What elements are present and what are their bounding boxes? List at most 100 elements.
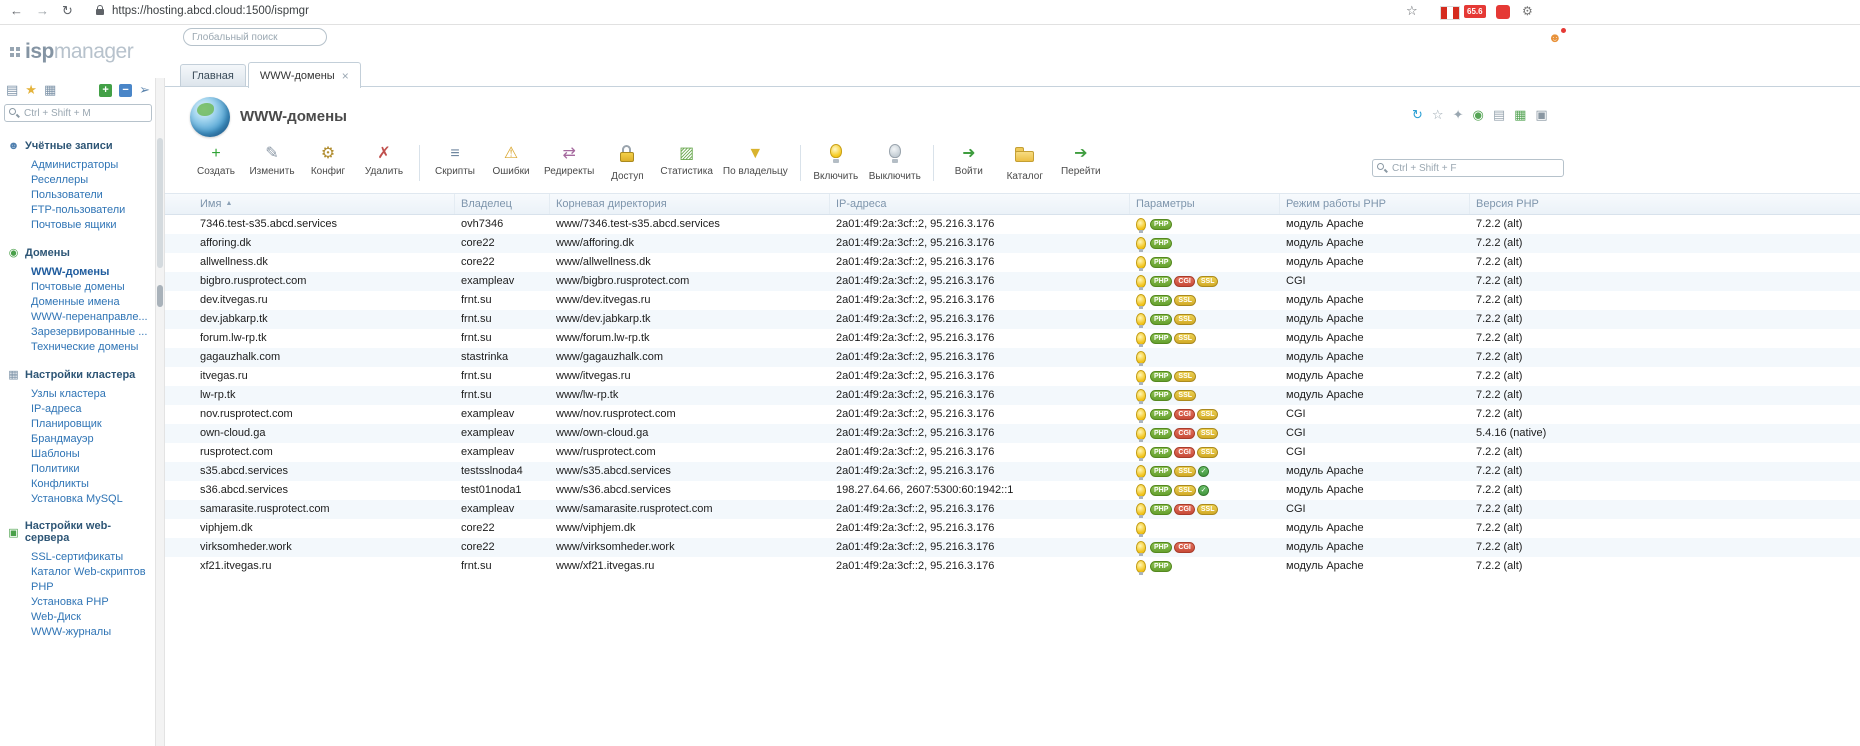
print-icon[interactable]: ▣ — [1535, 107, 1547, 123]
table-row[interactable]: nov.rusprotect.comexampleavwww/nov.ruspr… — [165, 405, 1860, 424]
bulb-icon[interactable] — [1136, 218, 1146, 231]
sidebar-item[interactable]: WWW-перенаправле... — [7, 309, 154, 324]
tab-1[interactable]: WWW-домены× — [248, 62, 361, 88]
sidebar-section-header[interactable]: ◉Домены — [7, 246, 154, 259]
sidebar-item[interactable]: Почтовые домены — [7, 279, 154, 294]
table-row[interactable]: dev.jabkarp.tkfrnt.suwww/dev.jabkarp.tk2… — [165, 310, 1860, 329]
table-row[interactable]: itvegas.rufrnt.suwww/itvegas.ru2a01:4f9:… — [165, 367, 1860, 386]
table-row[interactable]: 7346.test-s35.abcd.servicesovh7346www/73… — [165, 215, 1860, 234]
list-view-icon[interactable]: ▤ — [6, 82, 18, 98]
adblock-extension-icon[interactable] — [1496, 5, 1510, 19]
table-row[interactable]: samarasite.rusprotect.comexampleavwww/sa… — [165, 500, 1860, 519]
forward-icon[interactable]: → — [36, 3, 49, 18]
sidebar-item[interactable]: Брандмауэр — [7, 431, 154, 446]
sidebar-section-header[interactable]: ▣Настройки web-сервера — [7, 520, 154, 544]
bulb-icon[interactable] — [1136, 294, 1146, 307]
catalog-button[interactable]: Каталог — [997, 143, 1053, 182]
sidebar-item[interactable]: Узлы кластера — [7, 386, 154, 401]
bulb-icon[interactable] — [1136, 351, 1146, 364]
sidebar-item[interactable]: Web-Диск — [7, 609, 154, 624]
column-header-php_version[interactable]: Версия PHP — [1470, 194, 1860, 214]
table-row[interactable]: viphjem.dkcore22www/viphjem.dk2a01:4f9:2… — [165, 519, 1860, 538]
website-icon[interactable]: ◉ — [1472, 107, 1483, 123]
refresh-icon[interactable]: ↻ — [1412, 107, 1423, 123]
sidebar-item[interactable]: Реселлеры — [7, 172, 154, 187]
sidebar-item[interactable]: WWW-домены — [7, 264, 154, 279]
bulb-icon[interactable] — [1136, 465, 1146, 478]
sidebar-item[interactable]: FTP-пользователи — [7, 202, 154, 217]
session-user-icon[interactable]: ☻ — [1548, 30, 1562, 45]
sidebar-item[interactable]: Каталог Web-скриптов — [7, 564, 154, 579]
stats-button[interactable]: ▨Статистика — [655, 143, 718, 177]
bulb-icon[interactable] — [1136, 370, 1146, 383]
manual-icon[interactable]: ▦ — [1514, 107, 1526, 123]
global-search-input[interactable] — [183, 28, 327, 46]
table-search-input[interactable] — [1390, 161, 1560, 175]
table-row[interactable]: own-cloud.gaexampleavwww/own-cloud.ga2a0… — [165, 424, 1860, 443]
bookmark-star-icon[interactable]: ☆ — [1406, 3, 1418, 19]
bulb-icon[interactable] — [1136, 503, 1146, 516]
bulb-icon[interactable] — [1136, 541, 1146, 554]
speed-extension-badge[interactable]: 65.6 — [1464, 5, 1486, 18]
sidebar-search-input[interactable] — [22, 106, 148, 120]
favorites-star-icon[interactable]: ☆ — [1432, 107, 1444, 123]
bulb-icon[interactable] — [1136, 237, 1146, 250]
sidebar-scrollbar[interactable] — [155, 78, 165, 746]
table-row[interactable]: virksomheder.workcore22www/virksomheder.… — [165, 538, 1860, 557]
flag-extension-icon[interactable] — [1440, 6, 1460, 20]
bulb-icon[interactable] — [1136, 256, 1146, 269]
sidebar-item[interactable]: Установка MySQL — [7, 491, 154, 506]
sidebar-item[interactable]: Конфликты — [7, 476, 154, 491]
column-header-owner[interactable]: Владелец — [455, 194, 550, 214]
redirects-button[interactable]: ⇄Редиректы — [539, 143, 599, 177]
sidebar-item[interactable]: Администраторы — [7, 157, 154, 172]
sidebar-section-header[interactable]: ☻Учётные записи — [7, 140, 154, 152]
edit-button[interactable]: ✎Изменить — [244, 143, 300, 177]
scripts-button[interactable]: ≡Скрипты — [427, 143, 483, 177]
goto-button[interactable]: ➔Перейти — [1053, 143, 1109, 177]
sidebar-item[interactable]: IP-адреса — [7, 401, 154, 416]
errors-button[interactable]: ⚠Ошибки — [483, 143, 539, 177]
sidebar-item[interactable]: SSL-сертификаты — [7, 549, 154, 564]
back-icon[interactable]: ← — [10, 3, 23, 18]
column-header-name[interactable]: Имя▲ — [165, 194, 455, 214]
sidebar-item[interactable]: Технические домены — [7, 339, 154, 354]
login-button[interactable]: ➜Войти — [941, 143, 997, 177]
bulb-icon[interactable] — [1136, 313, 1146, 326]
sidebar-item[interactable]: Пользователи — [7, 187, 154, 202]
pin-sidebar-icon[interactable]: ➢ — [139, 82, 150, 98]
pin-icon[interactable]: ✦ — [1453, 107, 1464, 123]
sidebar-item[interactable]: WWW-журналы — [7, 624, 154, 639]
table-row[interactable]: lw-rp.tkfrnt.suwww/lw-rp.tk2a01:4f9:2a:3… — [165, 386, 1860, 405]
reload-icon[interactable]: ↻ — [62, 3, 73, 19]
scrollbar-marker[interactable] — [157, 285, 163, 307]
table-row[interactable]: rusprotect.comexampleavwww/rusprotect.co… — [165, 443, 1860, 462]
sidebar-item[interactable]: Почтовые ящики — [7, 217, 154, 232]
disable-button[interactable]: Выключить — [864, 143, 926, 182]
bulb-icon[interactable] — [1136, 408, 1146, 421]
column-header-params[interactable]: Параметры — [1130, 194, 1280, 214]
clipboard-icon[interactable]: ▦ — [44, 82, 56, 98]
bulb-icon[interactable] — [1136, 484, 1146, 497]
sidebar-item[interactable]: Доменные имена — [7, 294, 154, 309]
collapse-all-icon[interactable]: − — [119, 84, 132, 97]
table-row[interactable]: allwellness.dkcore22www/allwellness.dk2a… — [165, 253, 1860, 272]
sidebar-item[interactable]: Политики — [7, 461, 154, 476]
column-header-root[interactable]: Корневая директория — [550, 194, 830, 214]
bulb-icon[interactable] — [1136, 275, 1146, 288]
table-row[interactable]: forum.lw-rp.tkfrnt.suwww/forum.lw-rp.tk2… — [165, 329, 1860, 348]
table-row[interactable]: afforing.dkcore22www/afforing.dk2a01:4f9… — [165, 234, 1860, 253]
enable-button[interactable]: Включить — [808, 143, 864, 182]
settings-extension-icon[interactable]: ⚙ — [1522, 4, 1533, 18]
delete-button[interactable]: ✗Удалить — [356, 143, 412, 177]
copy-icon[interactable]: ▤ — [1493, 107, 1505, 123]
sidebar-item[interactable]: Планировщик — [7, 416, 154, 431]
column-header-ip[interactable]: IP-адреса — [830, 194, 1130, 214]
table-row[interactable]: xf21.itvegas.rufrnt.suwww/xf21.itvegas.r… — [165, 557, 1860, 576]
table-row[interactable]: dev.itvegas.rufrnt.suwww/dev.itvegas.ru2… — [165, 291, 1860, 310]
bulb-icon[interactable] — [1136, 522, 1146, 535]
table-row[interactable]: s35.abcd.servicestestsslnoda4www/s35.abc… — [165, 462, 1860, 481]
table-row[interactable]: s36.abcd.servicestest01noda1www/s36.abcd… — [165, 481, 1860, 500]
scrollbar-thumb[interactable] — [157, 138, 163, 268]
tab-0[interactable]: Главная — [180, 64, 246, 86]
